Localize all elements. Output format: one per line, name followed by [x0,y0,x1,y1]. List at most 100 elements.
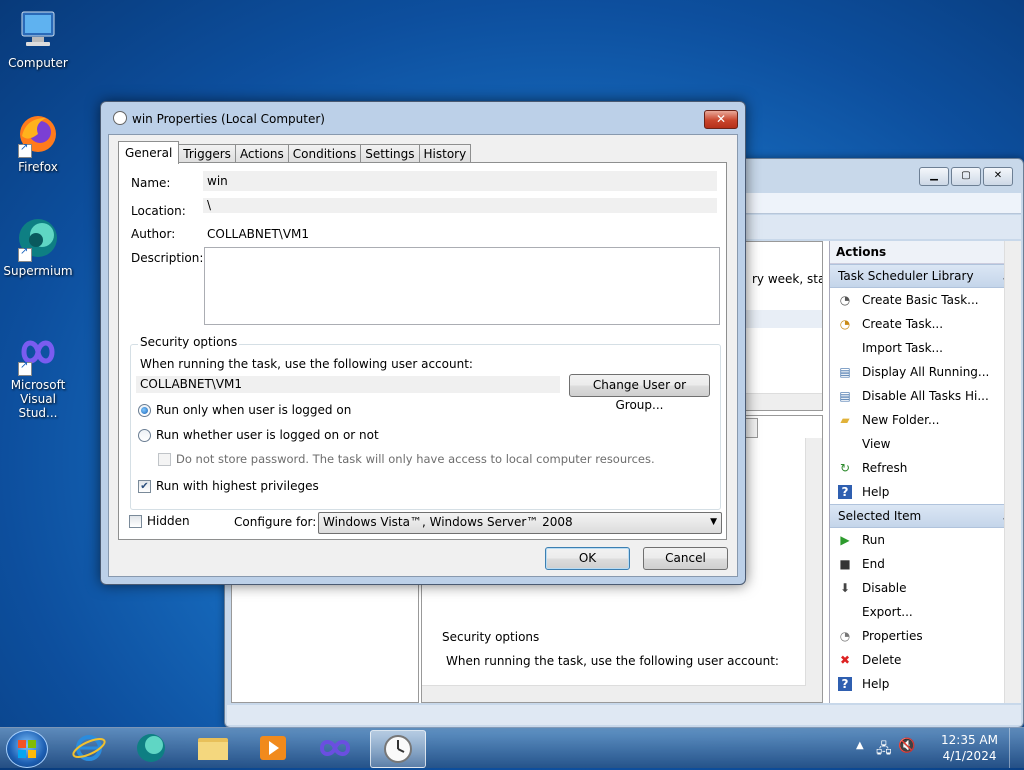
selected-action-help[interactable]: ? Help [830,672,1021,696]
windows-logo-icon [18,740,36,758]
desktop-icon-supermium[interactable]: Supermium [0,216,76,278]
desktop-icon-visual-studio[interactable]: Microsoft Visual Stud... [0,330,76,420]
action-label: Run [862,533,886,547]
clock-icon [384,735,412,763]
selected-action-delete[interactable]: ✖ Delete [830,648,1021,672]
action-label: Help [862,677,890,691]
run-logged-on-label[interactable]: Run only when user is logged on [156,403,351,417]
configure-for-select[interactable]: Windows Vista™, Windows Server™ 2008 ▼ [318,512,722,534]
help-icon: ? [838,485,852,499]
cancel-button[interactable]: Cancel [643,547,728,570]
action-create-task[interactable]: ◔ Create Task... [830,312,1021,336]
author-label: Author: [131,227,176,241]
hidden-label[interactable]: Hidden [147,514,190,528]
taskbar-visual-studio[interactable] [308,730,362,766]
show-hidden-icons-icon[interactable]: ▲ [856,740,864,751]
dialog-close-button[interactable]: ✕ [704,110,738,129]
list-icon: ▤ [839,365,851,379]
change-user-button[interactable]: Change User or Group... [569,374,710,412]
highest-privileges-checkbox[interactable]: ✔ [138,480,151,493]
tab-settings[interactable]: Settings [360,144,420,164]
network-icon[interactable]: 🖧 [876,738,892,762]
actions-header: Actions [830,241,1021,264]
clock-time: 12:35 AM [941,733,998,747]
action-disable-all-tasks-hi[interactable]: ▤ Disable All Tasks Hi... [830,384,1021,408]
action-label: Create Task... [862,317,944,331]
security-options-label: Security options [442,630,540,644]
action-view[interactable]: View▶ [830,432,1021,456]
taskbar-clock[interactable]: 12:35 AM 4/1/2024 [941,732,998,764]
arrow-down-icon: ⬇ [839,581,851,595]
minimize-button[interactable]: ▁ [919,167,949,186]
action-help[interactable]: ? Help [830,480,1021,504]
desktop-icon-firefox[interactable]: Firefox [0,112,76,174]
maximize-button[interactable]: ▢ [951,167,981,186]
taskbar-task-scheduler[interactable] [370,730,426,768]
action-label: Delete [862,653,902,667]
tab-history[interactable]: History [418,144,472,164]
action-display-all-running[interactable]: ▤ Display All Running... [830,360,1021,384]
location-label: Location: [131,204,186,218]
location-field[interactable]: \ [203,198,717,213]
hidden-checkbox[interactable] [129,515,142,528]
close-button[interactable]: ✕ [983,167,1013,186]
play-icon: ▶ [840,533,850,547]
action-label: Import Task... [862,341,943,355]
clock-icon: ◔ [839,629,851,643]
system-tray: ▲ 🖧 🔇 12:35 AM 4/1/2024 [854,728,1024,768]
run-whether-label[interactable]: Run whether user is logged on or not [156,428,379,442]
run-whether-radio[interactable] [138,429,151,442]
section-task-scheduler-library[interactable]: Task Scheduler Library ▲ [830,264,1021,288]
selected-action-end[interactable]: ■ End [830,552,1021,576]
highest-privileges-label[interactable]: Run with highest privileges [156,479,319,493]
taskbar-supermium[interactable] [124,730,178,766]
computer-icon [16,8,60,52]
start-button[interactable] [6,730,48,768]
vertical-scrollbar[interactable] [805,438,822,686]
action-new-folder[interactable]: ▰ New Folder... [830,408,1021,432]
selected-action-run[interactable]: ▶ Run [830,528,1021,552]
selected-action-export[interactable]: Export... [830,600,1021,624]
show-desktop-button[interactable] [1009,728,1024,768]
desktop-icon-computer[interactable]: Computer [0,8,76,70]
no-store-password-checkbox[interactable] [158,453,171,466]
clock-plus-icon: ◔ [839,317,851,331]
delete-icon: ✖ [839,653,851,667]
selected-action-properties[interactable]: ◔ Properties [830,624,1021,648]
shortcut-arrow-icon [18,142,32,158]
volume-muted-icon[interactable]: 🔇 [898,738,915,754]
action-label: View [862,437,891,451]
action-import-task[interactable]: Import Task... [830,336,1021,360]
taskbar-explorer[interactable] [186,730,240,766]
tab-strip: General Triggers Actions Conditions Sett… [118,141,472,164]
name-label: Name: [131,176,171,190]
dropdown-arrow-icon: ▼ [710,517,717,527]
refresh-icon: ↻ [839,461,851,475]
action-refresh[interactable]: ↻ Refresh [830,456,1021,480]
taskbar-media-player[interactable] [246,730,300,766]
supermium-icon [137,734,165,762]
status-bar [227,705,1021,725]
tab-conditions[interactable]: Conditions [287,144,362,164]
tab-general[interactable]: General [118,141,180,164]
taskbar-ie[interactable] [62,730,116,766]
action-create-basic-task[interactable]: ◔ Create Basic Task... [830,288,1021,312]
horizontal-scrollbar[interactable] [422,685,822,702]
task-properties-dialog[interactable]: win Properties (Local Computer) ✕ Genera… [100,101,746,585]
ok-button[interactable]: OK [545,547,630,570]
dialog-title: win Properties (Local Computer) [113,110,325,128]
clock-icon [113,111,127,125]
action-label: Disable All Tasks Hi... [862,389,989,403]
vertical-scrollbar[interactable] [1004,241,1021,703]
tab-triggers[interactable]: Triggers [178,144,236,164]
description-field[interactable] [204,247,720,325]
name-field[interactable]: win [203,171,717,191]
section-selected-item[interactable]: Selected Item ▲ [830,504,1021,528]
no-store-password-label: Do not store password. The task will onl… [176,452,655,466]
tab-actions[interactable]: Actions [234,144,289,164]
author-value: COLLABNET\VM1 [207,227,310,241]
selected-action-disable[interactable]: ⬇ Disable [830,576,1021,600]
help-icon: ? [838,677,852,691]
shortcut-arrow-icon [18,360,32,376]
run-logged-on-radio[interactable] [138,404,151,417]
